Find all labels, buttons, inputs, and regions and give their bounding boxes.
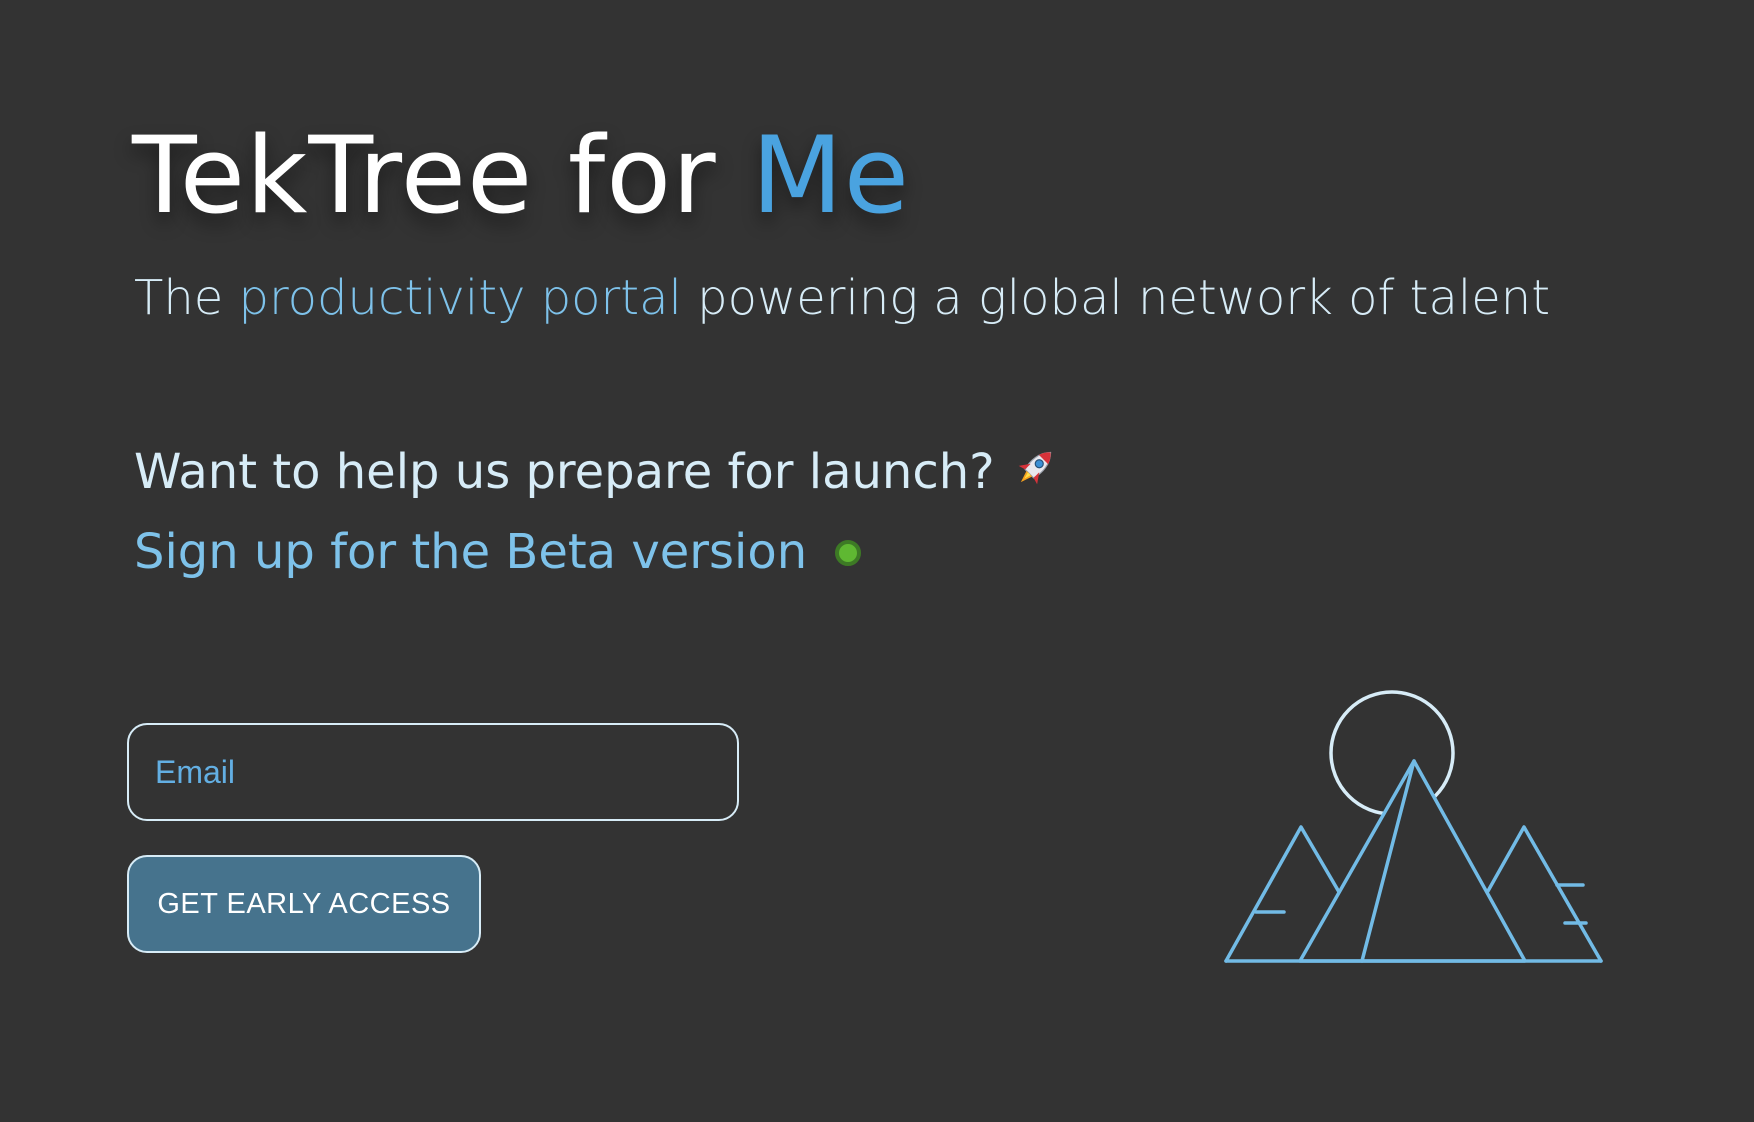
green-dot-icon xyxy=(835,540,862,566)
launch-prompt-text: Want to help us prepare for launch? xyxy=(134,444,995,500)
rocket-icon xyxy=(1009,442,1061,508)
tagline-suffix: powering a global network of talent xyxy=(681,270,1551,326)
tagline: The productivity portal powering a globa… xyxy=(134,270,1550,328)
get-early-access-button[interactable]: GET EARLY ACCESS xyxy=(127,855,481,953)
title-accent: Me xyxy=(751,114,910,237)
beta-signup-label: Sign up for the Beta version xyxy=(134,524,808,580)
tagline-accent: productivity portal xyxy=(238,270,682,326)
email-field[interactable] xyxy=(127,723,739,821)
mountain-sun-icon xyxy=(1224,690,1603,963)
beta-signup-text: Sign up for the Beta version xyxy=(134,524,862,582)
page-title: TekTree for Me xyxy=(132,112,910,239)
tagline-prefix: The xyxy=(134,270,239,326)
center-peak xyxy=(1298,759,1527,963)
launch-prompt: Want to help us prepare for launch? xyxy=(134,442,1061,508)
title-main: TekTree for xyxy=(132,114,752,237)
